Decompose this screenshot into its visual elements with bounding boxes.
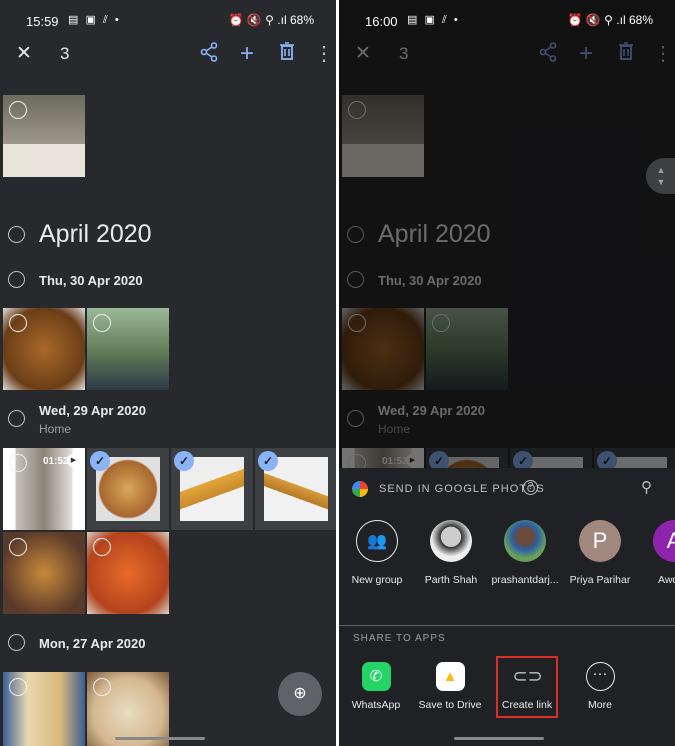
contact-prashantdarj[interactable]: prashantdarj...: [487, 520, 563, 586]
photo-tile[interactable]: [3, 95, 85, 177]
select-circle[interactable]: [93, 678, 111, 696]
avatar: [430, 520, 472, 562]
contact-awdhe[interactable]: A Awdhe: [636, 520, 675, 586]
check-icon[interactable]: ✓: [258, 451, 278, 471]
contact-parth-shah[interactable]: Parth Shah: [413, 520, 489, 586]
gallery-pane-share: 16:00 ▤ ▣ ⫽ • ⏰ 🔇 ⚲ .ıl 68% ✕ 3 + ⋮ Apri…: [339, 0, 675, 746]
day-header: Thu, 30 Apr 2020: [39, 273, 143, 288]
app-save-to-drive[interactable]: ▲ Save to Drive: [417, 662, 483, 711]
app-more[interactable]: ··· More: [567, 662, 633, 711]
photo-tile-selected[interactable]: ✓: [171, 448, 253, 530]
share-to-apps-title: SHARE TO APPS: [353, 633, 446, 644]
select-circle[interactable]: [9, 454, 27, 472]
app-whatsapp[interactable]: ✆ WhatsApp: [343, 662, 409, 711]
select-circle[interactable]: [9, 314, 27, 332]
share-sheet-title: SEND IN GOOGLE PHOTOS: [379, 483, 545, 495]
photo-tile[interactable]: [3, 532, 85, 614]
app-name: Save to Drive: [418, 699, 482, 711]
photo-tile[interactable]: [87, 532, 169, 614]
contact-name: New group: [351, 574, 403, 586]
status-bar: 15:59 ▤ ▣ ⫽ • ⏰ 🔇 ⚲ .ıl 68%: [0, 0, 336, 38]
contact-new-group[interactable]: 👥 New group: [339, 520, 415, 586]
more-options-icon[interactable]: ⋮: [314, 42, 334, 66]
google-photos-logo: [352, 481, 368, 497]
avatar: A: [653, 520, 675, 562]
zoom-in-icon: ⊕: [293, 685, 307, 702]
battery-level: 68%: [628, 13, 653, 27]
nav-gesture-bar: [115, 737, 205, 740]
video-duration: 01:52: [43, 456, 69, 467]
check-icon[interactable]: ✓: [90, 451, 110, 471]
notification-icons: ▤ ▣ ⫽ •: [407, 14, 460, 26]
contact-name: Awdhe: [658, 574, 675, 586]
contact-name: prashantdarj...: [491, 574, 559, 586]
app-name: WhatsApp: [351, 699, 401, 711]
contact-name: Priya Parihar: [569, 574, 631, 586]
select-day-circle[interactable]: [8, 634, 25, 651]
share-sheet: SEND IN GOOGLE PHOTOS ? ⚲ 👥 New group Par…: [339, 468, 675, 746]
photo-tile[interactable]: [87, 672, 169, 746]
select-day-circle[interactable]: [8, 410, 25, 427]
scroll-handle[interactable]: ▲ ▼: [646, 158, 675, 194]
zoom-button[interactable]: ⊕: [278, 672, 322, 716]
system-icons: ⏰ 🔇 ⚲ .ıl: [228, 13, 287, 27]
check-icon[interactable]: ✓: [174, 451, 194, 471]
photo-tile-selected[interactable]: ✓: [87, 448, 169, 530]
photo-tile[interactable]: [87, 308, 169, 390]
system-icons: ⏰ 🔇 ⚲ .ıl: [567, 13, 626, 27]
status-time: 16:00: [365, 14, 398, 29]
google-drive-icon: ▲: [435, 662, 465, 691]
day-location: Home: [39, 422, 72, 436]
selection-toolbar: ✕ 3 + ⋮: [0, 38, 336, 72]
photo-tile[interactable]: [3, 308, 85, 390]
highlight-box: [496, 656, 558, 718]
add-icon[interactable]: +: [240, 42, 254, 66]
contact-name: Parth Shah: [424, 574, 478, 586]
day-header: Mon, 27 Apr 2020: [39, 636, 146, 651]
gallery-pane-before: 15:59 ▤ ▣ ⫽ • ⏰ 🔇 ⚲ .ıl 68% ✕ 3 + ⋮ Apri…: [0, 0, 336, 746]
more-icon: ···: [585, 662, 615, 691]
status-bar: 16:00 ▤ ▣ ⫽ • ⏰ 🔇 ⚲ .ıl 68%: [339, 0, 675, 38]
day-header: Wed, 29 Apr 2020: [39, 403, 146, 418]
close-icon[interactable]: ✕: [16, 42, 32, 66]
select-circle[interactable]: [9, 678, 27, 696]
selected-count: 3: [60, 44, 70, 63]
photo-tile[interactable]: [3, 672, 85, 746]
battery-level: 68%: [289, 13, 314, 27]
play-icon: ▶: [67, 454, 80, 467]
trash-icon[interactable]: [280, 42, 294, 66]
new-group-icon: 👥: [356, 520, 398, 562]
select-circle[interactable]: [9, 538, 27, 556]
help-icon[interactable]: ?: [523, 480, 538, 495]
search-icon[interactable]: ⚲: [641, 478, 652, 496]
select-circle[interactable]: [93, 538, 111, 556]
month-header: April 2020: [39, 220, 152, 248]
avatar: [504, 520, 546, 562]
status-time: 15:59: [26, 14, 59, 29]
notification-icons: ▤ ▣ ⫽ •: [68, 14, 121, 26]
photo-tile-selected[interactable]: ✓: [255, 448, 336, 530]
share-icon[interactable]: [200, 42, 218, 68]
app-name: More: [588, 699, 612, 711]
divider: [339, 625, 675, 626]
select-circle[interactable]: [93, 314, 111, 332]
contact-priya-parihar[interactable]: P Priya Parihar: [562, 520, 638, 586]
avatar: P: [579, 520, 621, 562]
select-month-circle[interactable]: [8, 226, 25, 243]
video-tile[interactable]: 01:52▶: [3, 448, 85, 530]
select-day-circle[interactable]: [8, 271, 25, 288]
select-circle[interactable]: [9, 101, 27, 119]
whatsapp-icon: ✆: [361, 662, 391, 691]
nav-gesture-bar: [454, 737, 544, 740]
